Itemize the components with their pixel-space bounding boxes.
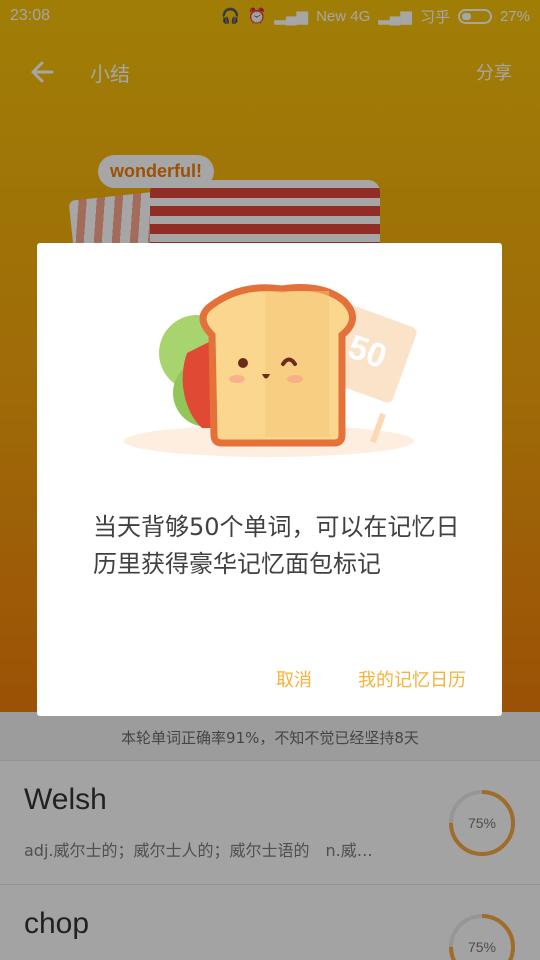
toast-illustration: 50 — [124, 284, 417, 457]
dialog-actions: 取消 我的记忆日历 — [37, 666, 502, 692]
dialog-message: 当天背够50个单词，可以在记忆日历里获得豪华记忆面包标记 — [93, 513, 460, 578]
cancel-button[interactable]: 取消 — [276, 666, 312, 692]
memory-bread-dialog: 50 当天背够50个单词，可以在记忆日历里获得豪华记忆面包标记 取消 我的记忆日… — [37, 243, 502, 716]
my-memory-calendar-button[interactable]: 我的记忆日历 — [358, 666, 466, 692]
bread-icon — [199, 284, 356, 447]
screen: 23:08 🎧 ⏰ ▂▄▆ New 4G ▂▄▆ 习乎 27% 小结 分享 wo… — [0, 0, 540, 960]
